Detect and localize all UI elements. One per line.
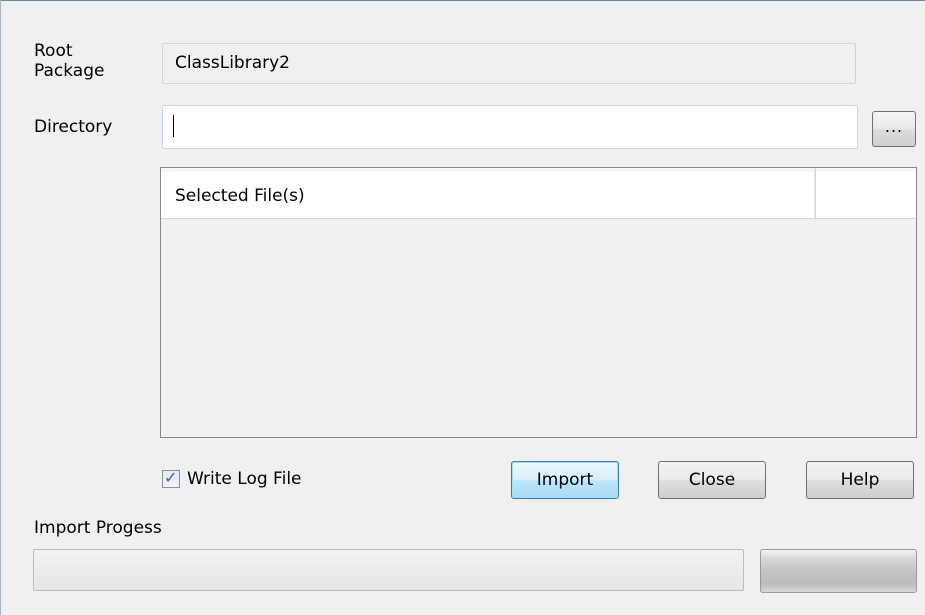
write-log-checkbox[interactable]: ✓ [162, 468, 180, 488]
import-progress-bar [33, 549, 744, 591]
root-package-value: ClassLibrary2 [175, 53, 290, 73]
write-log-label[interactable]: Write Log File [187, 469, 302, 489]
help-button-label: Help [840, 470, 880, 490]
close-button[interactable]: Close [658, 461, 766, 499]
import-progress-label: Import Progess [34, 518, 162, 538]
import-button[interactable]: Import [511, 461, 619, 499]
import-dialog: Root Package ClassLibrary2 Directory ...… [0, 0, 925, 615]
list-header: Selected File(s) [161, 168, 916, 219]
selected-files-list[interactable]: Selected File(s) [160, 167, 917, 438]
dialog-left-border [0, 0, 1, 615]
import-button-label: Import [536, 470, 594, 490]
text-caret [173, 115, 174, 137]
help-button[interactable]: Help [806, 461, 914, 499]
column-header-extra[interactable] [815, 168, 917, 218]
close-button-label: Close [688, 470, 736, 490]
dialog-top-border [0, 0, 925, 1]
directory-input[interactable] [162, 105, 858, 149]
progress-action-button[interactable] [760, 549, 917, 593]
root-package-label: Root Package [34, 41, 105, 81]
column-header-selected-files[interactable]: Selected File(s) [161, 168, 815, 218]
checkmark-icon: ✓ [164, 468, 178, 487]
directory-label: Directory [34, 117, 113, 137]
browse-button[interactable]: ... [872, 111, 916, 147]
root-package-field: ClassLibrary2 [162, 43, 856, 84]
browse-button-label: ... [884, 117, 904, 136]
column-header-label: Selected File(s) [175, 186, 305, 206]
